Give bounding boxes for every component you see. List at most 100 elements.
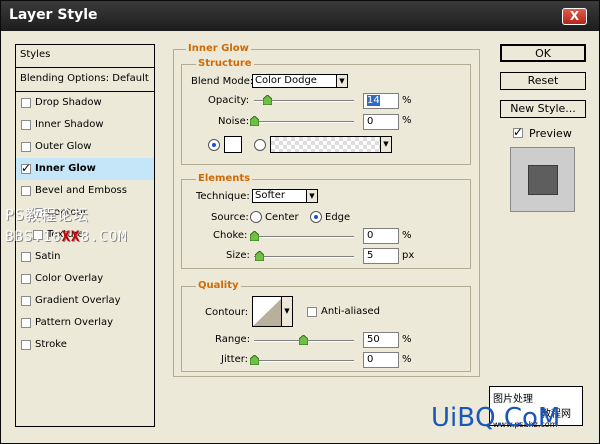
checkbox[interactable] [21, 186, 31, 196]
style-item-drop-shadow[interactable]: Drop Shadow [16, 92, 154, 114]
jitter-slider-track[interactable] [254, 360, 354, 362]
styles-header[interactable]: Styles [16, 45, 154, 68]
structure-title: Structure [196, 58, 254, 69]
title-bar[interactable]: Layer Style X [1, 1, 599, 31]
checkbox[interactable] [21, 252, 31, 262]
size-slider-track[interactable] [254, 256, 354, 258]
ok-button[interactable]: OK [500, 44, 586, 62]
preview-thumbnail [510, 147, 575, 212]
contour-picker[interactable]: ▼ [252, 296, 293, 327]
range-input[interactable]: 50 [363, 332, 399, 348]
style-item-label: Pattern Overlay [35, 317, 114, 328]
style-item-pattern-overlay[interactable]: Pattern Overlay [16, 312, 154, 334]
checkbox[interactable] [21, 340, 31, 350]
size-input[interactable]: 5 [363, 248, 399, 264]
opacity-value: 14 [367, 95, 380, 106]
inner-glow-title: Inner Glow [186, 43, 251, 54]
checkmark-icon: ✓ [513, 125, 524, 139]
technique-select[interactable]: Softer ▼ [252, 189, 318, 203]
chevron-down-icon[interactable]: ▼ [281, 297, 292, 326]
jitter-input[interactable]: 0 [363, 352, 399, 368]
gradient-radio[interactable] [254, 139, 266, 151]
opacity-slider-thumb[interactable] [263, 95, 272, 105]
contour-label: Contour: [205, 307, 249, 318]
source-center-label[interactable]: Center [265, 212, 299, 223]
blend-mode-value: Color Dodge [255, 75, 317, 86]
style-item-label: Gradient Overlay [35, 295, 121, 306]
jitter-unit: % [402, 354, 412, 365]
choke-unit: % [402, 230, 412, 241]
noise-input[interactable]: 0 [363, 114, 399, 130]
jitter-label: Jitter: [221, 354, 249, 365]
style-item-stroke[interactable]: Stroke [16, 334, 154, 356]
noise-label: Noise: [218, 116, 250, 127]
checkbox[interactable]: ✓ [21, 161, 32, 175]
style-item-bevel-emboss[interactable]: Bevel and Emboss [16, 180, 154, 202]
close-button[interactable]: X [562, 8, 587, 25]
contour-curve-icon [253, 297, 283, 326]
chevron-down-icon[interactable]: ▼ [380, 137, 391, 152]
gradient-picker[interactable]: ▼ [270, 136, 392, 153]
style-item-label: Outer Glow [35, 141, 92, 152]
opacity-input[interactable]: 14 [363, 93, 399, 109]
watermark-url-end: 8.COM [80, 229, 128, 245]
blending-options[interactable]: Blending Options: Default [16, 68, 154, 92]
uibq-watermark: UiBQ.CoM [431, 403, 561, 433]
anti-aliased-checkbox[interactable] [307, 307, 317, 317]
style-item-color-overlay[interactable]: Color Overlay [16, 268, 154, 290]
choke-value: 0 [367, 230, 374, 241]
new-style-button[interactable]: New Style... [500, 100, 586, 118]
checkbox[interactable] [21, 296, 31, 306]
choke-input[interactable]: 0 [363, 228, 399, 244]
preview-checkbox[interactable]: ✓ [513, 125, 524, 139]
range-slider-thumb[interactable] [299, 335, 308, 345]
jitter-slider-thumb[interactable] [250, 355, 259, 365]
checkbox[interactable] [21, 120, 31, 130]
style-item-label: Satin [35, 251, 61, 262]
opacity-unit: % [402, 95, 412, 106]
noise-slider-track[interactable] [254, 121, 354, 123]
size-value: 5 [367, 250, 374, 261]
glow-color-swatch[interactable] [224, 136, 242, 153]
blend-mode-select[interactable]: Color Dodge ▼ [252, 74, 348, 88]
preview-label[interactable]: Preview [529, 127, 572, 140]
chevron-down-icon: ▼ [306, 190, 317, 202]
source-edge-label[interactable]: Edge [325, 212, 350, 223]
reset-button[interactable]: Reset [500, 72, 586, 90]
size-slider-thumb[interactable] [255, 251, 264, 261]
watermark-url-mark: XX [61, 229, 81, 245]
checkbox[interactable] [21, 98, 31, 108]
style-item-inner-glow[interactable]: ✓ Inner Glow [16, 158, 154, 180]
window-title: Layer Style [9, 7, 98, 23]
choke-slider-thumb[interactable] [250, 231, 259, 241]
checkbox[interactable] [21, 318, 31, 328]
style-item-gradient-overlay[interactable]: Gradient Overlay [16, 290, 154, 312]
source-label: Source: [211, 212, 249, 223]
watermark-url-start: BBS.16 [5, 229, 62, 245]
noise-slider-thumb[interactable] [250, 116, 259, 126]
range-label: Range: [215, 334, 251, 345]
color-radio[interactable] [208, 139, 220, 151]
anti-aliased-label[interactable]: Anti-aliased [321, 306, 380, 317]
style-item-outer-glow[interactable]: Outer Glow [16, 136, 154, 158]
style-item-inner-shadow[interactable]: Inner Shadow [16, 114, 154, 136]
checkmark-icon: ✓ [21, 161, 32, 175]
watermark-url: BBS.16XX8.COM [5, 229, 128, 245]
source-center-radio[interactable] [250, 211, 262, 223]
style-item-label: Bevel and Emboss [35, 185, 127, 196]
checkbox[interactable] [21, 142, 31, 152]
blend-mode-label: Blend Mode: [191, 76, 254, 87]
opacity-label: Opacity: [208, 95, 250, 106]
size-unit: px [402, 250, 415, 261]
style-item-label: Drop Shadow [35, 97, 102, 108]
jitter-value: 0 [367, 354, 374, 365]
style-item-satin[interactable]: Satin [16, 246, 154, 268]
checkbox[interactable] [21, 274, 31, 284]
preview-swatch [528, 165, 558, 195]
layer-style-dialog: Layer Style X Styles Blending Options: D… [0, 0, 600, 444]
choke-slider-track[interactable] [254, 236, 354, 238]
source-edge-radio[interactable] [310, 211, 322, 223]
noise-value: 0 [367, 116, 374, 127]
technique-label: Technique: [196, 191, 250, 202]
chevron-down-icon: ▼ [336, 75, 347, 87]
